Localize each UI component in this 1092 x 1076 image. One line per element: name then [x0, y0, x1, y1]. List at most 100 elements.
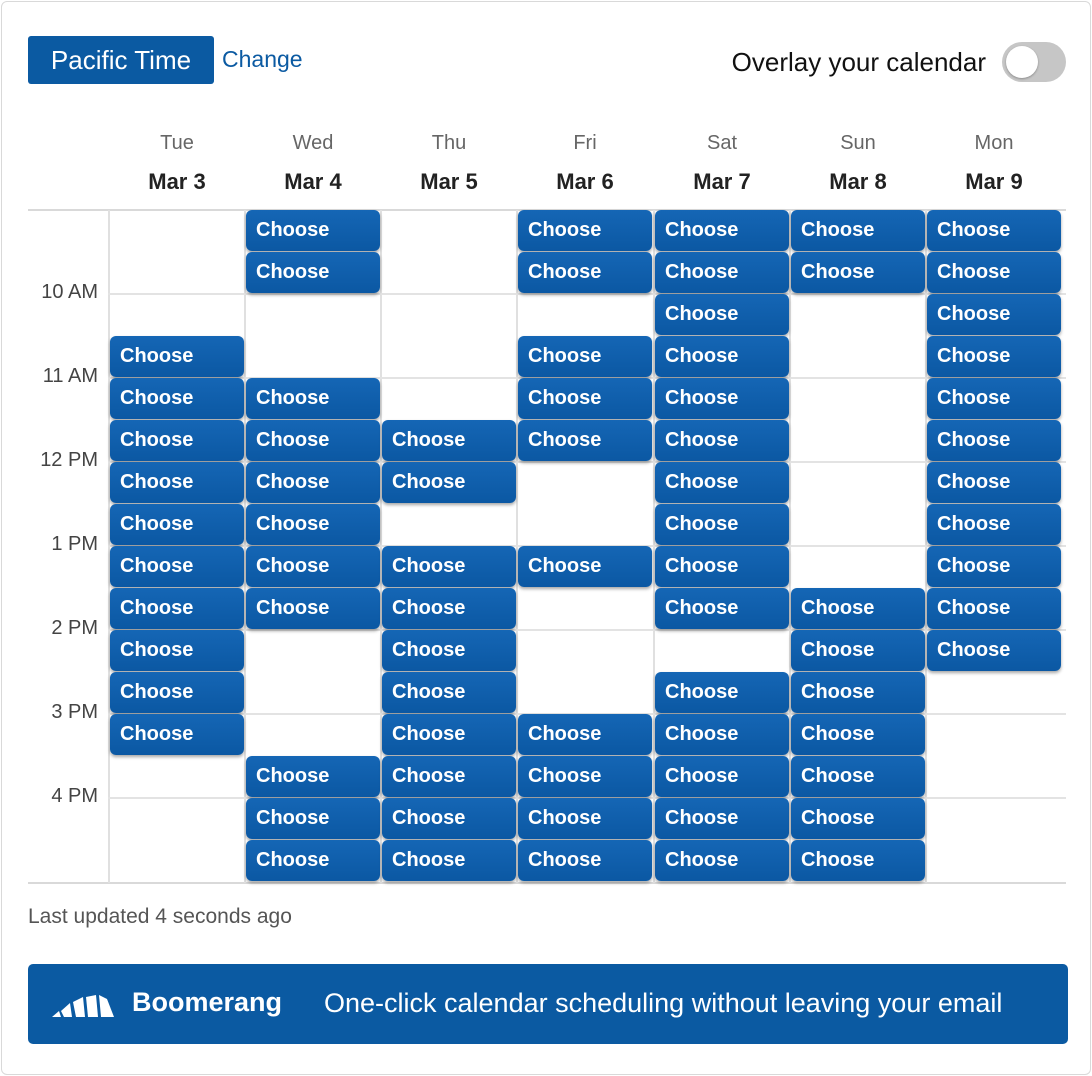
choose-slot-button[interactable]: Choose [791, 630, 925, 671]
choose-slot-button[interactable]: Choose [927, 294, 1061, 335]
choose-slot-button[interactable]: Choose [518, 420, 652, 461]
day-header: Sun Mar 8 [791, 130, 925, 196]
choose-slot-button[interactable]: Choose [518, 378, 652, 419]
last-updated-text: Last updated 4 seconds ago [28, 905, 292, 928]
choose-slot-button[interactable]: Choose [518, 840, 652, 881]
choose-slot-button[interactable]: Choose [791, 210, 925, 251]
day-date: Mar 8 [829, 169, 887, 194]
choose-slot-button[interactable]: Choose [927, 336, 1061, 377]
choose-slot-button[interactable]: Choose [655, 588, 789, 629]
day-header: Mon Mar 9 [927, 130, 1061, 196]
choose-slot-button[interactable]: Choose [110, 588, 244, 629]
choose-slot-button[interactable]: Choose [927, 378, 1061, 419]
choose-slot-button[interactable]: Choose [927, 420, 1061, 461]
choose-slot-button[interactable]: Choose [382, 588, 516, 629]
choose-slot-button[interactable]: Choose [110, 420, 244, 461]
choose-slot-button[interactable]: Choose [518, 798, 652, 839]
overlay-calendar-toggle[interactable] [1002, 42, 1066, 82]
choose-slot-button[interactable]: Choose [110, 630, 244, 671]
banner-tagline: One-click calendar scheduling without le… [324, 988, 1003, 1018]
choose-slot-button[interactable]: Choose [518, 756, 652, 797]
choose-slot-button[interactable]: Choose [382, 756, 516, 797]
choose-slot-button[interactable]: Choose [382, 798, 516, 839]
choose-slot-button[interactable]: Choose [246, 588, 380, 629]
choose-slot-button[interactable]: Choose [246, 798, 380, 839]
choose-slot-button[interactable]: Choose [382, 462, 516, 503]
choose-slot-button[interactable]: Choose [655, 420, 789, 461]
choose-slot-button[interactable]: Choose [110, 336, 244, 377]
choose-slot-button[interactable]: Choose [655, 336, 789, 377]
day-date: Mar 6 [556, 169, 614, 194]
choose-slot-button[interactable]: Choose [110, 672, 244, 713]
choose-slot-button[interactable]: Choose [246, 756, 380, 797]
day-weekday: Sat [706, 132, 738, 154]
choose-slot-button[interactable]: Choose [655, 714, 789, 755]
choose-slot-button[interactable]: Choose [791, 252, 925, 293]
choose-slot-button[interactable]: Choose [518, 546, 652, 587]
choose-slot-button[interactable]: Choose [110, 546, 244, 587]
choose-slot-button[interactable]: Choose [246, 210, 380, 251]
choose-slot-button[interactable]: Choose [382, 546, 516, 587]
day-weekday: Mon [974, 132, 1014, 154]
choose-slot-button[interactable]: Choose [927, 210, 1061, 251]
day-date: Mar 9 [965, 169, 1023, 194]
choose-slot-button[interactable]: Choose [246, 840, 380, 881]
choose-slot-button[interactable]: Choose [246, 378, 380, 419]
choose-slot-button[interactable]: Choose [791, 588, 925, 629]
choose-slot-button[interactable]: Choose [927, 252, 1061, 293]
change-timezone-link[interactable]: Change [222, 46, 303, 73]
choose-slot-button[interactable]: Choose [927, 630, 1061, 671]
choose-slot-button[interactable]: Choose [927, 462, 1061, 503]
choose-slot-button[interactable]: Choose [927, 504, 1061, 545]
choose-slot-button[interactable]: Choose [246, 462, 380, 503]
choose-slot-button[interactable]: Choose [655, 252, 789, 293]
choose-slot-button[interactable]: Choose [791, 798, 925, 839]
hour-label: 4 PM [51, 785, 98, 807]
choose-slot-button[interactable]: Choose [655, 672, 789, 713]
choose-slot-button[interactable]: Choose [246, 504, 380, 545]
choose-slot-button[interactable]: Choose [655, 798, 789, 839]
choose-slot-button[interactable]: Choose [655, 504, 789, 545]
overlay-calendar-label: Overlay your calendar [731, 47, 986, 77]
hour-label: 12 PM [40, 449, 98, 471]
choose-slot-button[interactable]: Choose [791, 756, 925, 797]
day-weekday: Tue [160, 132, 194, 154]
choose-slot-button[interactable]: Choose [246, 420, 380, 461]
choose-slot-button[interactable]: Choose [518, 252, 652, 293]
day-header: Wed Mar 4 [246, 130, 380, 196]
choose-slot-button[interactable]: Choose [246, 252, 380, 293]
choose-slot-button[interactable]: Choose [791, 714, 925, 755]
boomerang-banner[interactable]: Boomerang One-click calendar scheduling … [28, 964, 1068, 1044]
brand-name: Boomerang [132, 987, 283, 1017]
choose-slot-button[interactable]: Choose [927, 588, 1061, 629]
choose-slot-button[interactable]: Choose [655, 210, 789, 251]
choose-slot-button[interactable]: Choose [518, 210, 652, 251]
choose-slot-button[interactable]: Choose [655, 840, 789, 881]
choose-slot-button[interactable]: Choose [382, 714, 516, 755]
hour-label: 1 PM [51, 533, 98, 555]
choose-slot-button[interactable]: Choose [791, 672, 925, 713]
timezone-badge: Pacific Time [28, 36, 214, 84]
choose-slot-button[interactable]: Choose [927, 546, 1061, 587]
choose-slot-button[interactable]: Choose [791, 840, 925, 881]
choose-slot-button[interactable]: Choose [655, 756, 789, 797]
choose-slot-button[interactable]: Choose [655, 462, 789, 503]
choose-slot-button[interactable]: Choose [382, 672, 516, 713]
choose-slot-button[interactable]: Choose [246, 546, 380, 587]
day-header: Sat Mar 7 [655, 130, 789, 196]
boomerang-logo-icon [52, 995, 114, 1017]
choose-slot-button[interactable]: Choose [655, 546, 789, 587]
choose-slot-button[interactable]: Choose [382, 840, 516, 881]
choose-slot-button[interactable]: Choose [110, 714, 244, 755]
choose-slot-button[interactable]: Choose [110, 462, 244, 503]
choose-slot-button[interactable]: Choose [518, 714, 652, 755]
choose-slot-button[interactable]: Choose [655, 294, 789, 335]
choose-slot-button[interactable]: Choose [382, 630, 516, 671]
choose-slot-button[interactable]: Choose [655, 378, 789, 419]
day-weekday: Sun [840, 132, 876, 154]
choose-slot-button[interactable]: Choose [110, 378, 244, 419]
choose-slot-button[interactable]: Choose [382, 420, 516, 461]
choose-slot-button[interactable]: Choose [110, 504, 244, 545]
day-header: Fri Mar 6 [518, 130, 652, 196]
choose-slot-button[interactable]: Choose [518, 336, 652, 377]
